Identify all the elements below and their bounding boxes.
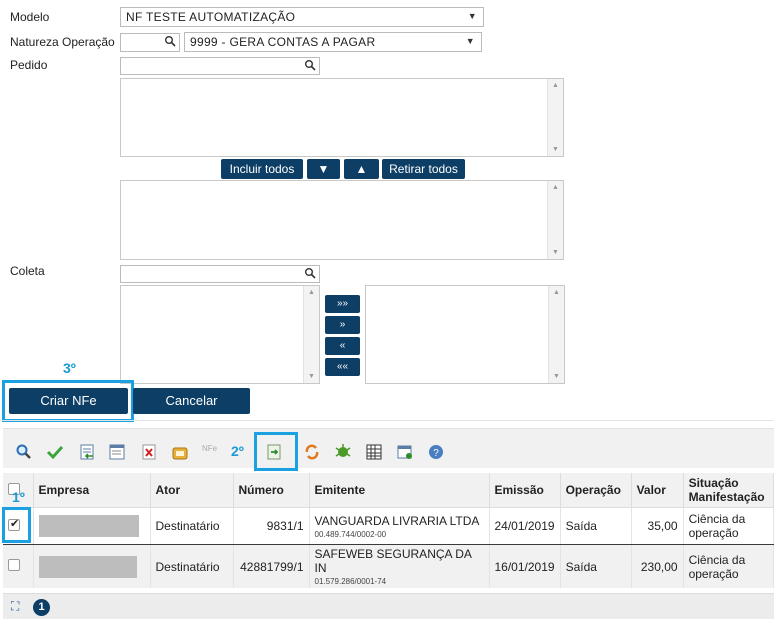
numero-cell: 9831/1 <box>233 507 310 545</box>
scrollbar[interactable]: ▲ ▼ <box>548 286 564 383</box>
natureza-select[interactable]: 9999 - GERA CONTAS A PAGAR ▼ <box>184 32 482 52</box>
list-icon[interactable] <box>108 443 126 461</box>
grid-toolbar: NFe 2º ? <box>3 428 774 471</box>
nfe-icon[interactable]: NFe <box>202 444 220 462</box>
page-button[interactable]: 1 <box>33 599 50 616</box>
calendar-icon[interactable] <box>396 443 414 461</box>
incluir-todos-button[interactable]: Incluir todos <box>221 159 303 179</box>
scrollbar[interactable]: ▲ ▼ <box>547 181 563 259</box>
expand-icon[interactable]: ⛶ <box>11 599 19 614</box>
valor-cell: 35,00 <box>631 507 684 545</box>
header-emissao[interactable]: Emissão <box>489 473 561 508</box>
move-right-button[interactable]: » <box>325 316 360 334</box>
scrollbar[interactable]: ▲ ▼ <box>303 286 319 383</box>
step-3-annotation: 3º <box>63 360 76 376</box>
step-1-highlight <box>2 507 31 543</box>
lock-icon[interactable] <box>171 443 189 461</box>
natureza-code-input[interactable] <box>120 33 180 52</box>
table-row[interactable]: Destinatário 42881799/1 SAFEWEB SEGURANÇ… <box>3 544 774 588</box>
refresh-icon[interactable] <box>303 443 321 461</box>
svg-text:?: ? <box>433 448 439 459</box>
chevron-down-icon: ▼ <box>467 11 477 21</box>
step-1-annotation: 1º <box>12 489 25 505</box>
operacao-cell: Saída <box>560 544 632 588</box>
emitente-cell: VANGUARDA LIVRARIA LTDA 00.489.744/0002-0… <box>309 507 490 545</box>
retirar-todos-button[interactable]: Retirar todos <box>382 159 465 179</box>
chevron-down-icon: ▼ <box>465 36 475 46</box>
search-icon[interactable] <box>164 35 176 47</box>
delete-icon[interactable] <box>140 443 158 461</box>
search-icon[interactable] <box>304 59 316 71</box>
modelo-select[interactable]: NF TESTE AUTOMATIZAÇÃO ▼ <box>120 7 484 27</box>
cancelar-button[interactable]: Cancelar <box>133 388 250 414</box>
header-empresa[interactable]: Empresa <box>33 473 151 508</box>
emitente-cell: SAFEWEB SEGURANÇA DA IN 01.579.286/0001-7… <box>309 544 490 588</box>
check-icon[interactable] <box>46 443 64 461</box>
emissao-cell: 24/01/2019 <box>489 507 561 545</box>
emissao-cell: 16/01/2019 <box>489 544 561 588</box>
header-valor[interactable]: Valor <box>631 473 684 508</box>
pedido-selected-list[interactable]: ▲ ▼ <box>120 180 564 260</box>
coleta-label: Coleta <box>10 264 45 278</box>
scrollbar[interactable]: ▲ ▼ <box>547 79 563 156</box>
header-ator[interactable]: Ator <box>150 473 234 508</box>
empresa-redacted <box>38 515 139 537</box>
pedido-label: Pedido <box>10 58 48 72</box>
search-icon[interactable] <box>304 267 316 279</box>
move-left-button[interactable]: « <box>325 337 360 355</box>
coleta-selected-list[interactable]: ▲ ▼ <box>365 285 565 384</box>
criar-nfe-button[interactable]: Criar NFe <box>9 388 128 414</box>
pedido-available-list[interactable]: ▲ ▼ <box>120 78 564 157</box>
move-all-right-button[interactable]: »» <box>325 295 360 313</box>
search-icon[interactable] <box>15 443 33 461</box>
header-emitente[interactable]: Emitente <box>309 473 490 508</box>
empresa-redacted <box>38 555 137 578</box>
header-numero[interactable]: Número <box>233 473 310 508</box>
generate-nfe-icon[interactable] <box>265 443 283 461</box>
pagination-footer: ⛶ 1 <box>3 593 774 619</box>
modelo-label: Modelo <box>10 10 50 24</box>
header-operacao[interactable]: Operação <box>560 473 632 508</box>
pedido-search-input[interactable] <box>120 57 320 75</box>
natureza-label: Natureza Operação <box>10 35 115 49</box>
numero-cell: 42881799/1 <box>233 544 310 588</box>
divider <box>0 420 774 421</box>
valor-cell: 230,00 <box>631 544 684 588</box>
step-2-annotation: 2º <box>231 443 244 459</box>
situacao-cell: Ciência da operação <box>683 507 774 545</box>
help-icon[interactable]: ? <box>427 443 445 461</box>
empresa-cell <box>33 507 151 545</box>
table-row[interactable]: ✔ Destinatário 9831/1 VANGUARDA LIVRARIA… <box>3 507 774 545</box>
move-up-button[interactable]: ▲ <box>344 159 379 179</box>
grid-icon[interactable] <box>365 443 383 461</box>
row-select-cell[interactable] <box>3 544 34 588</box>
nfe-table: Empresa Ator Número Emitente Emissão Ope… <box>3 473 774 588</box>
header-situacao[interactable]: Situação Manifestação <box>683 473 774 508</box>
move-all-left-button[interactable]: «« <box>325 358 360 376</box>
empresa-cell <box>33 544 151 588</box>
situacao-cell: Ciência da operação <box>683 544 774 588</box>
import-icon[interactable] <box>78 443 96 461</box>
ator-cell: Destinatário <box>150 544 234 588</box>
coleta-available-list[interactable]: ▲ ▼ <box>120 285 320 384</box>
ator-cell: Destinatário <box>150 507 234 545</box>
natureza-value: 9999 - GERA CONTAS A PAGAR <box>190 35 376 49</box>
coleta-search-input[interactable] <box>120 265 320 283</box>
modelo-value: NF TESTE AUTOMATIZAÇÃO <box>126 10 296 24</box>
operacao-cell: Saída <box>560 507 632 545</box>
move-down-button[interactable]: ▼ <box>307 159 340 179</box>
row-checkbox[interactable] <box>8 559 20 571</box>
bug-icon[interactable] <box>334 443 352 461</box>
